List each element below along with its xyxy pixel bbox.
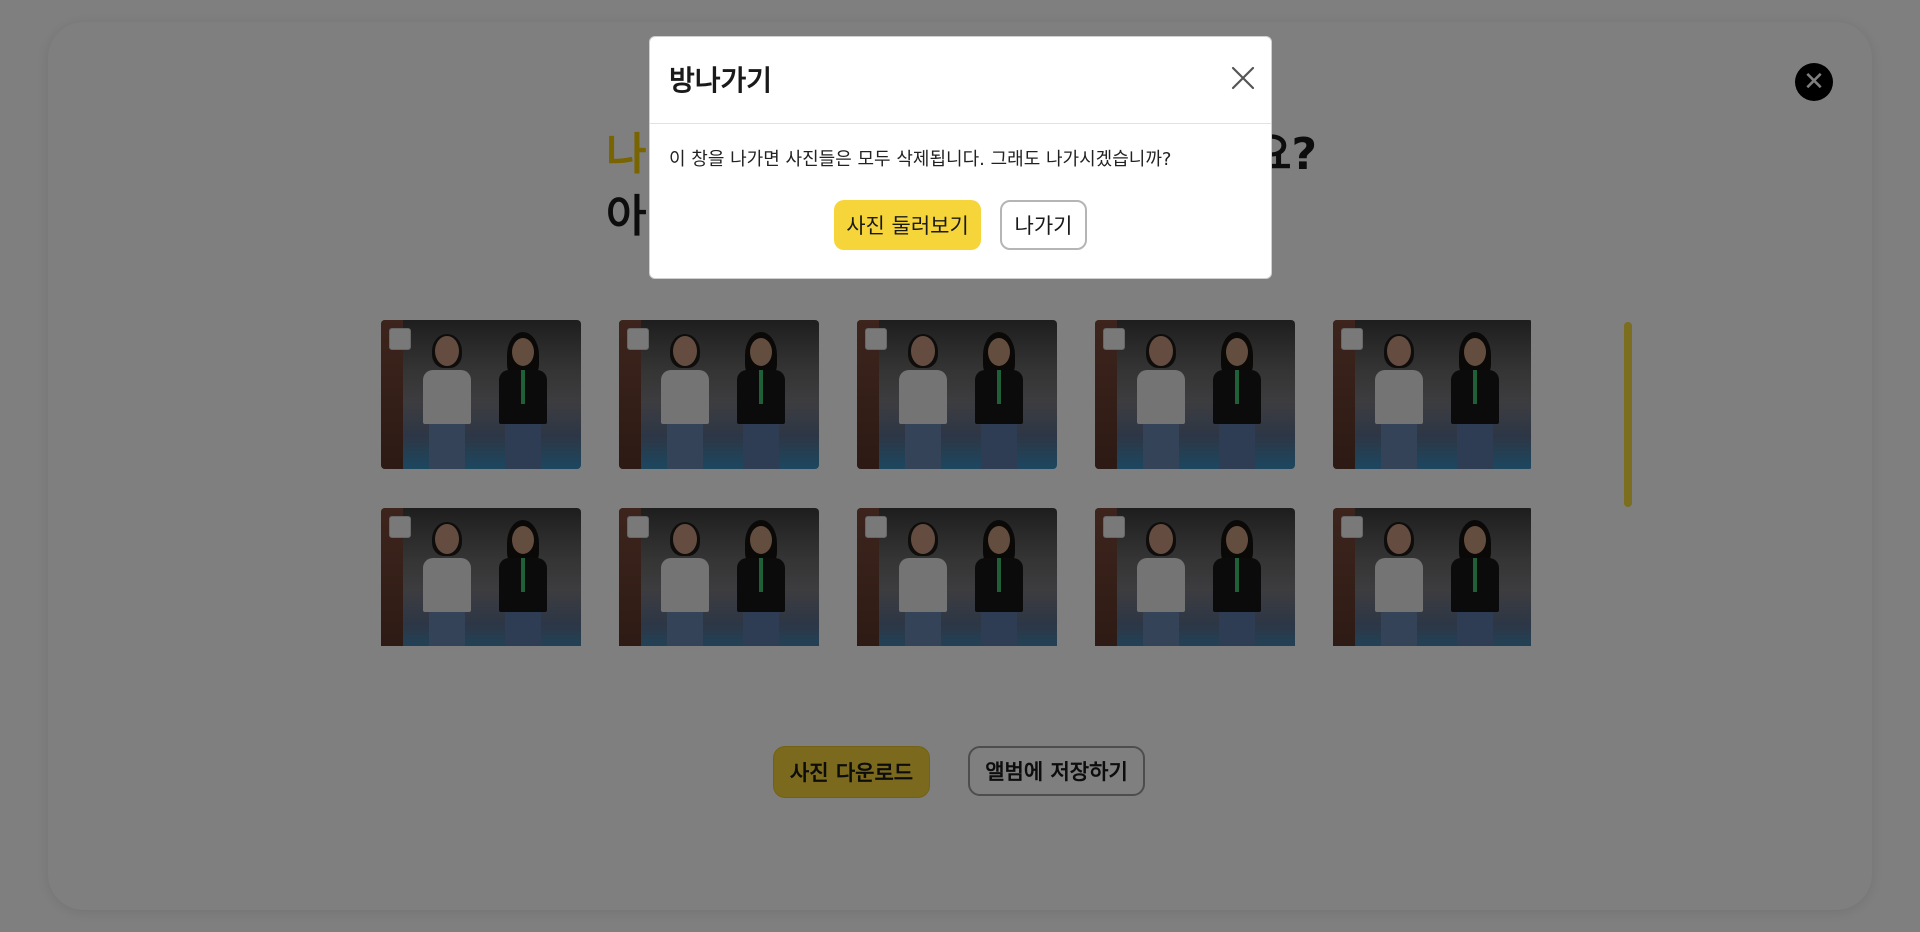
leave-room-dialog: 방나가기 이 창을 나가면 사진들은 모두 삭제됩니다. 그래도 나가시겠습니까… [649,36,1272,279]
dialog-message: 이 창을 나가면 사진들은 모두 삭제됩니다. 그래도 나가시겠습니까? [669,149,1172,170]
browse-photos-button[interactable]: 사진 둘러보기 [834,200,981,250]
exit-button[interactable]: 나가기 [1000,200,1087,250]
dialog-title: 방나가기 [669,64,773,97]
dialog-header: 방나가기 [650,37,1271,124]
close-icon[interactable] [1230,65,1256,91]
